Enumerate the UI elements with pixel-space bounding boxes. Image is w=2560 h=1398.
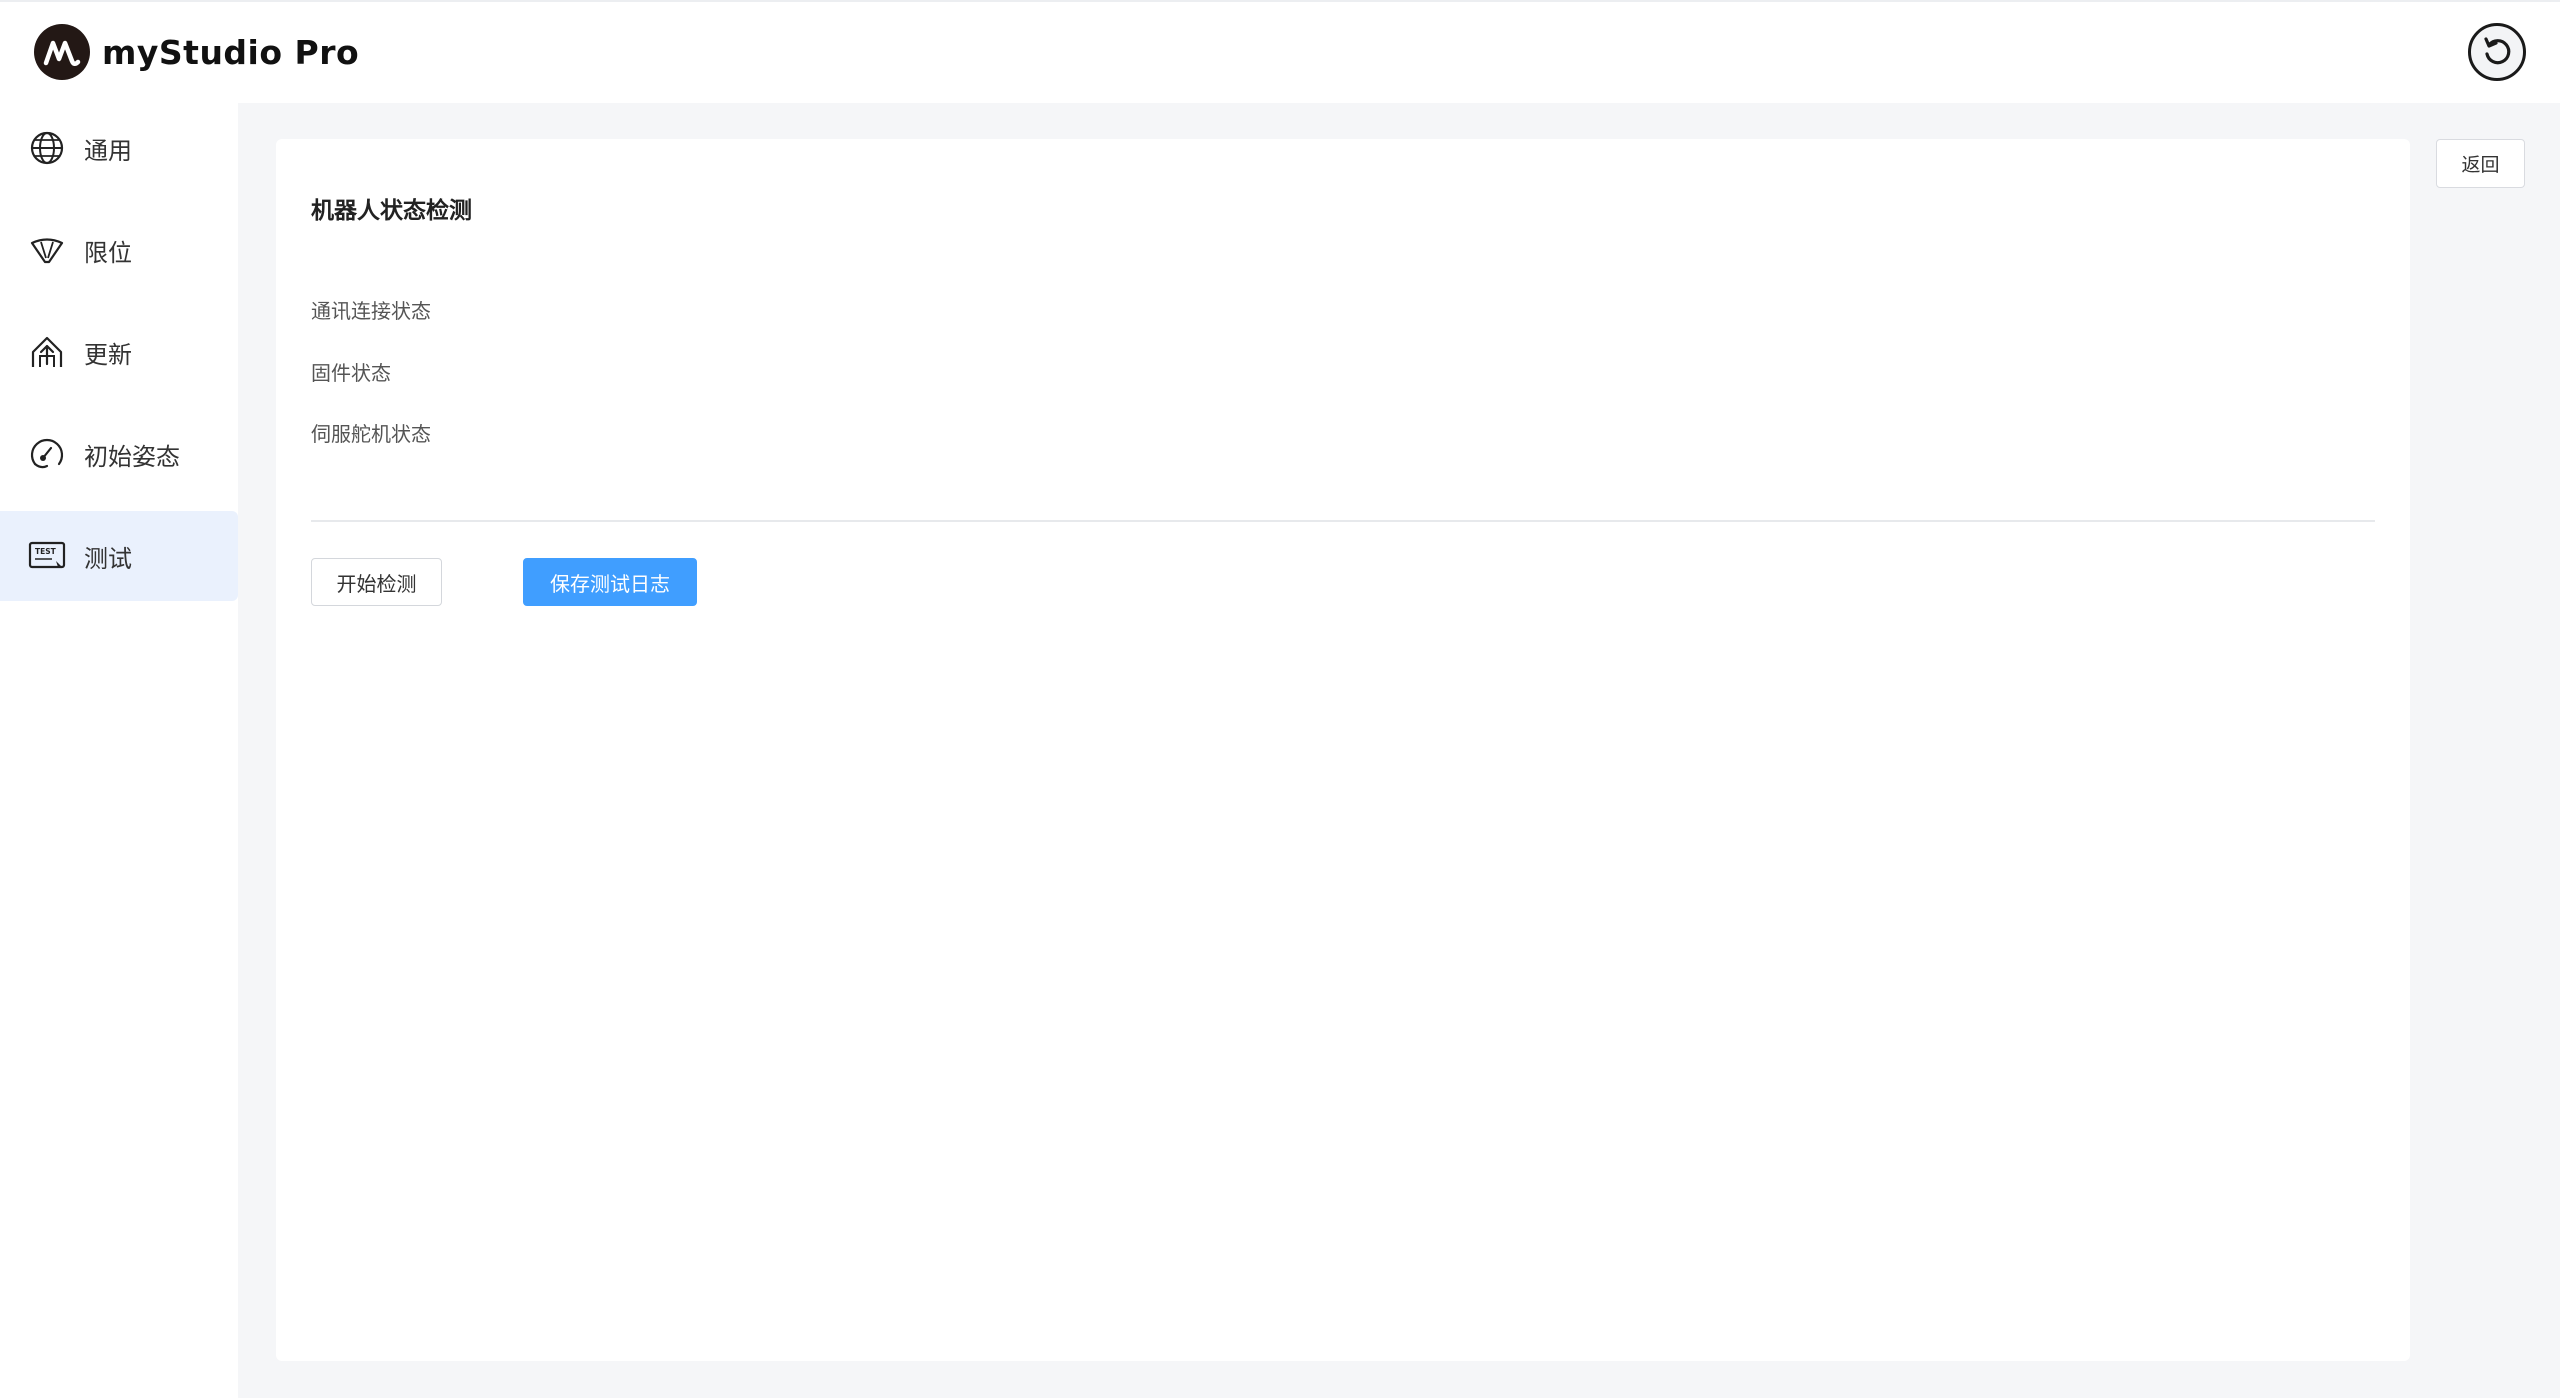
- limit-icon: [28, 231, 66, 269]
- rotate-ccw-icon: [2484, 37, 2511, 65]
- sidebar-item-label: 通用: [84, 136, 132, 165]
- sidebar-item-label: 更新: [84, 340, 132, 369]
- sidebar-item-test[interactable]: TEST 测试: [0, 511, 238, 601]
- sidebar-item-label: 测试: [84, 544, 132, 573]
- upload-icon: [28, 333, 66, 371]
- globe-icon: [28, 129, 66, 167]
- test-icon: TEST: [28, 537, 66, 575]
- robot-status-card: 机器人状态检测 通讯连接状态 固件状态 伺服舵机状态 开始检测 保存测试日志: [276, 139, 2410, 1361]
- sidebar-item-label: 限位: [84, 238, 132, 267]
- start-detection-button[interactable]: 开始检测: [311, 558, 442, 606]
- divider: [311, 520, 2375, 522]
- status-item-communication: 通讯连接状态: [311, 299, 431, 323]
- top-header: myStudio Pro: [0, 0, 2560, 103]
- sidebar-item-general[interactable]: 通用: [0, 103, 238, 193]
- mystudio-logo-icon: [34, 24, 90, 80]
- pose-icon: [28, 435, 66, 473]
- reset-button[interactable]: [2468, 23, 2526, 81]
- section-title: 机器人状态检测: [311, 198, 472, 224]
- app-window: myStudio Pro 通用 限位 更新 初始姿态 TEST 测试 机器人状态…: [0, 0, 2560, 1398]
- status-item-firmware: 固件状态: [311, 361, 391, 385]
- back-button[interactable]: 返回: [2436, 139, 2525, 188]
- sidebar-item-limit[interactable]: 限位: [0, 205, 238, 295]
- sidebar-item-update[interactable]: 更新: [0, 307, 238, 397]
- app-name: myStudio Pro: [102, 32, 360, 72]
- main-content: 机器人状态检测 通讯连接状态 固件状态 伺服舵机状态 开始检测 保存测试日志 返…: [238, 103, 2560, 1398]
- status-item-servo: 伺服舵机状态: [311, 422, 431, 446]
- sidebar-item-initial-pose[interactable]: 初始姿态: [0, 409, 238, 499]
- app-logo: myStudio Pro: [34, 24, 359, 80]
- sidebar-item-label: 初始姿态: [84, 442, 180, 471]
- save-test-log-button[interactable]: 保存测试日志: [523, 558, 697, 606]
- test-icon-text: TEST: [35, 547, 57, 556]
- sidebar: 通用 限位 更新 初始姿态 TEST 测试: [0, 103, 238, 1398]
